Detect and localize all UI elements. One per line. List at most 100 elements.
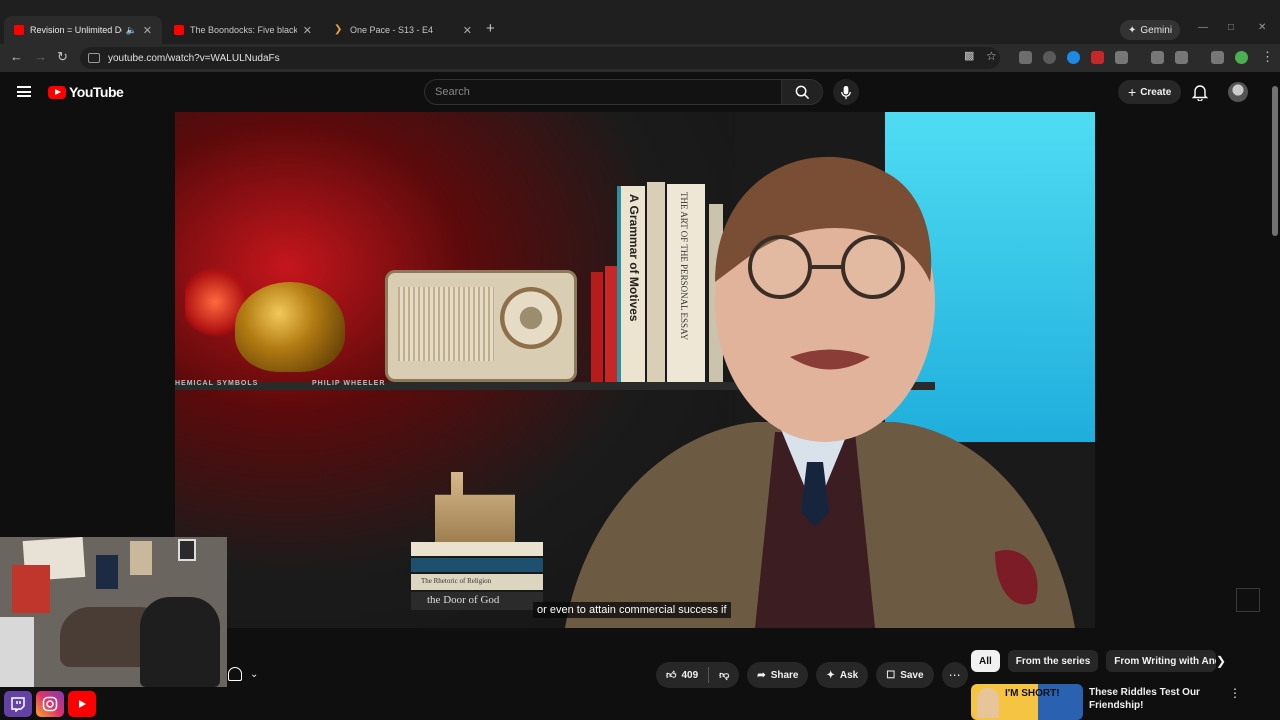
- menu-kebab-icon[interactable]: ⋮: [1261, 49, 1274, 65]
- ask-button[interactable]: ✦ Ask: [816, 662, 869, 688]
- browser-tab-2[interactable]: ❯ One Pace - S13 - E4 ✕: [324, 16, 482, 44]
- recommended-video-title[interactable]: These Riddles Test Our Friendship!: [1089, 686, 1213, 712]
- sparkle-icon: ✦: [826, 669, 835, 681]
- gemini-label: Gemini: [1140, 24, 1173, 36]
- webcam-overlay: [0, 537, 227, 687]
- share-button[interactable]: ➦ Share: [747, 662, 809, 688]
- tab-title: Revision = Unlimited Do-O: [30, 25, 122, 35]
- power-icon[interactable]: [1043, 51, 1056, 64]
- extension-icon[interactable]: [1019, 51, 1032, 64]
- maximize-icon[interactable]: □: [1228, 22, 1234, 33]
- new-tab-button[interactable]: +: [486, 20, 495, 37]
- like-button[interactable]: 👍︎ 409: [656, 662, 708, 688]
- instagram-icon[interactable]: [36, 691, 64, 717]
- recommended-video[interactable]: I'M SHORT! These Riddles Test Our Friend…: [971, 684, 1241, 720]
- shelf-label-left: HEMICAL SYMBOLS: [175, 380, 259, 387]
- back-icon[interactable]: ←: [10, 49, 23, 64]
- youtube-header: YouTube Search + Create: [0, 72, 1280, 112]
- channel-watermark-icon[interactable]: [1236, 588, 1260, 612]
- radio-dial: [500, 287, 562, 349]
- more-vertical-icon[interactable]: ⋮: [1229, 686, 1241, 700]
- reload-icon[interactable]: ↻: [57, 49, 68, 65]
- plus-icon: +: [1128, 84, 1137, 100]
- wall-frame: [178, 539, 196, 561]
- record-extension-icon[interactable]: [1091, 51, 1104, 64]
- ask-label: Ask: [839, 669, 859, 681]
- tab-title: One Pace - S13 - E4: [350, 25, 434, 35]
- wall-poster: [96, 555, 118, 589]
- speaker-icon[interactable]: 🔈: [126, 25, 137, 36]
- social-links: [0, 688, 96, 720]
- search-placeholder: Search: [435, 86, 470, 98]
- site-info-icon[interactable]: [88, 53, 100, 63]
- dislike-button[interactable]: 👎︎: [709, 662, 739, 688]
- address-bar[interactable]: youtube.com/watch?v=WALULNudaFs: [80, 47, 1000, 69]
- search-input[interactable]: Search: [424, 79, 782, 105]
- video-actions: 👍︎ 409 👎︎ ➦ Share ✦ Ask ☐ Save ⋯: [656, 662, 968, 688]
- window-close-icon[interactable]: ✕: [1258, 22, 1266, 33]
- like-count: 409: [681, 669, 699, 681]
- shelf-label-right: PHILIP WHEELER: [312, 380, 386, 387]
- media-icon[interactable]: [1211, 51, 1224, 64]
- subscribed-bell-icon[interactable]: [228, 667, 242, 681]
- save-button[interactable]: ☐ Save: [876, 662, 934, 688]
- youtube-logo[interactable]: YouTube: [48, 84, 124, 100]
- gold-skull: [235, 282, 345, 372]
- close-icon[interactable]: ✕: [303, 24, 312, 37]
- search-icon: [795, 85, 809, 99]
- vintage-radio: [385, 270, 577, 382]
- favorites-icon[interactable]: [1151, 51, 1164, 64]
- create-button[interactable]: + Create: [1118, 80, 1182, 104]
- bookmark-star-icon[interactable]: ☆: [986, 49, 997, 63]
- sidepanel-icon[interactable]: [1175, 51, 1188, 64]
- account-avatar[interactable]: [1228, 82, 1248, 102]
- book-title: The Rhetoric of Religion: [421, 577, 492, 585]
- chevron-down-icon[interactable]: ⌄: [250, 669, 258, 680]
- voice-search-button[interactable]: [833, 79, 859, 105]
- presenter: [565, 156, 1075, 628]
- install-icon[interactable]: ▩: [964, 49, 974, 62]
- chevron-icon: ❯: [334, 24, 343, 35]
- twitch-icon[interactable]: [4, 691, 32, 717]
- chip-from-writing-with-andrew[interactable]: From Writing with Andrew: [1106, 650, 1217, 672]
- url-text: youtube.com/watch?v=WALULNudaFs: [108, 52, 280, 64]
- browser-tab-0[interactable]: Revision = Unlimited Do-O 🔈 ✕: [4, 16, 162, 44]
- audio-extension-icon[interactable]: [1067, 51, 1080, 64]
- search-button[interactable]: [781, 79, 823, 105]
- subscription-controls: ⌄: [228, 667, 258, 681]
- more-actions-button[interactable]: ⋯: [941, 662, 968, 688]
- share-arrow-icon: ➦: [757, 669, 766, 681]
- youtube-play-icon: [48, 85, 66, 99]
- radio-grill: [398, 287, 494, 361]
- hamburger-menu-icon[interactable]: [17, 86, 31, 97]
- thumbnail-text: I'M SHORT!: [1005, 688, 1060, 699]
- chip-all[interactable]: All: [971, 650, 1000, 672]
- browser-tab-1[interactable]: The Boondocks: Five black Mi ✕: [164, 16, 322, 44]
- minimize-icon[interactable]: —: [1198, 22, 1208, 33]
- puzzle-icon[interactable]: [1115, 51, 1128, 64]
- page-scrollbar[interactable]: [1272, 86, 1278, 236]
- tab-title: The Boondocks: Five black Mi: [190, 25, 297, 35]
- wall-poster: [12, 565, 50, 613]
- gemini-button[interactable]: ✦ Gemini: [1120, 20, 1181, 40]
- notifications-bell-icon[interactable]: [1192, 84, 1208, 101]
- chevron-right-icon[interactable]: ❯: [1216, 654, 1226, 668]
- chip-from-the-series[interactable]: From the series: [1007, 650, 1099, 672]
- video-player[interactable]: HEMICAL SYMBOLS PHILIP WHEELER A Grammar…: [175, 112, 1095, 628]
- video-thumbnail[interactable]: I'M SHORT!: [971, 684, 1083, 720]
- sparkle-icon: ✦: [1128, 24, 1137, 36]
- bookmark-icon: ☐: [886, 669, 896, 681]
- browser-toolbar: ← → ↻ youtube.com/watch?v=WALULNudaFs ▩ …: [0, 44, 1280, 72]
- close-icon[interactable]: ✕: [143, 24, 152, 37]
- profile-icon[interactable]: [1235, 51, 1248, 64]
- youtube-social-icon[interactable]: [68, 691, 96, 717]
- save-label: Save: [900, 669, 924, 681]
- thumbnail-face: [977, 688, 999, 718]
- thumbs-down-icon: 👎︎: [719, 670, 730, 681]
- video-caption: or even to attain commercial success if: [533, 602, 731, 618]
- like-dislike-group: 👍︎ 409 👎︎: [656, 662, 740, 688]
- close-icon[interactable]: ✕: [463, 24, 472, 37]
- forward-icon[interactable]: →: [34, 49, 47, 64]
- youtube-wordmark: YouTube: [69, 84, 124, 100]
- gaming-chair: [140, 597, 220, 687]
